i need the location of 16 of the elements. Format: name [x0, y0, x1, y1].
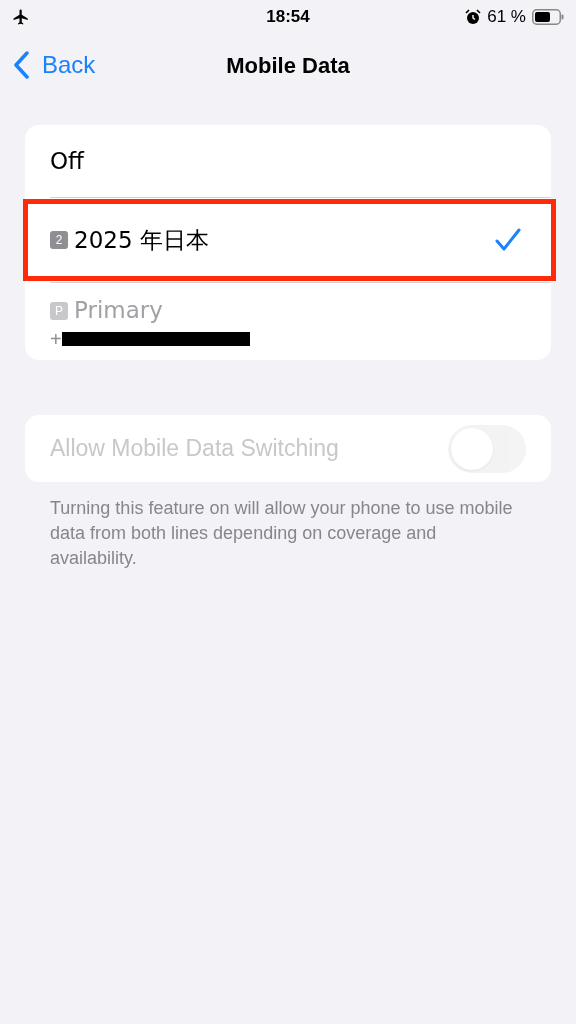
switching-label: Allow Mobile Data Switching — [50, 434, 339, 464]
status-time: 18:54 — [266, 6, 310, 29]
sim-badge: 2 — [50, 231, 68, 249]
sim-badge: P — [50, 301, 68, 320]
option-label: Off — [50, 146, 84, 176]
option-row[interactable]: 2 2025 年日本 — [28, 204, 551, 276]
chevron-left-icon — [12, 51, 30, 79]
option-label: Primary — [74, 296, 163, 326]
page-title: Mobile Data — [226, 51, 350, 80]
checkmark-icon — [495, 228, 521, 252]
battery-percentage: 61 % — [487, 6, 526, 29]
phone-number: + — [50, 326, 62, 352]
option-label: 2025 年日本 — [74, 225, 209, 255]
option-row[interactable]: Off — [50, 125, 551, 197]
footer-note: Turning this feature on will allow your phone to use mobile data from both lines depending on coverage and availability. — [50, 497, 514, 570]
battery-icon — [532, 9, 564, 25]
